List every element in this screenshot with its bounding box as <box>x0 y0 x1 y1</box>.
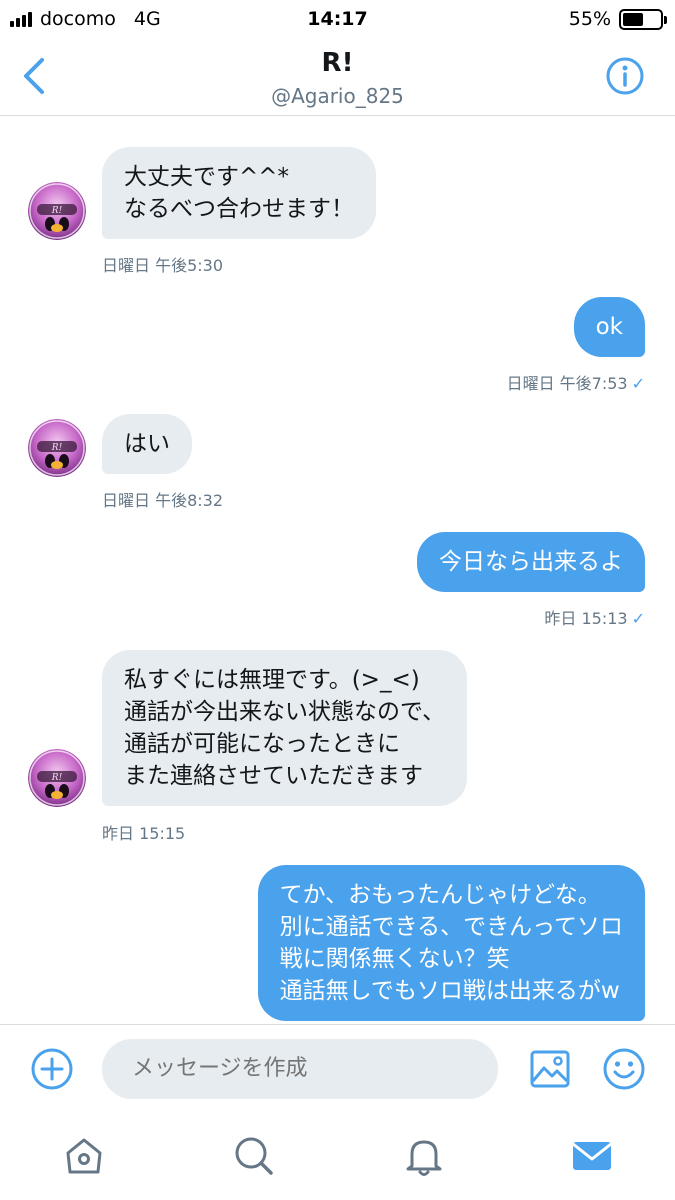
message-input[interactable] <box>102 1039 498 1099</box>
info-button[interactable] <box>605 56 645 96</box>
incoming-message-bubble[interactable]: 私すぐには無理です。(>_<) 通話が今出来ない状態なので、 通話が可能になったとき… <box>102 650 468 806</box>
home-icon <box>66 1138 102 1174</box>
message-text-line: 通話が可能になったときに <box>124 731 400 757</box>
timestamp-text: 日曜日 午後8:32 <box>102 491 224 510</box>
svg-text:R!: R! <box>51 773 63 783</box>
conversation-title[interactable]: R! <box>0 48 675 78</box>
timestamp-text: 昨日 15:15 <box>102 824 186 843</box>
message-text-line: はい <box>124 431 170 457</box>
tab-bar <box>0 1112 675 1200</box>
incoming-message-bubble[interactable]: はい <box>102 414 192 474</box>
message-composer <box>0 1024 675 1112</box>
bell-icon <box>406 1140 442 1176</box>
battery-percent: 55% <box>568 8 611 30</box>
image-icon <box>530 1050 570 1088</box>
conversation-header: R! @Agario_825 <box>0 40 675 116</box>
message-thread[interactable]: R! 大丈夫です^^* なるべつ合わせます！ 日曜日 午後5:30 ok 日曜日 午後7:… <box>0 117 675 1023</box>
avatar[interactable]: R! <box>28 749 86 807</box>
emoji-icon <box>603 1048 645 1090</box>
emoji-button[interactable] <box>602 1047 646 1091</box>
tab-home[interactable] <box>62 1134 106 1178</box>
mail-icon <box>572 1142 612 1170</box>
message-text-line: 今日なら出来るよ <box>439 549 623 575</box>
message-text-line: 別に通話できる、できんってソロ <box>279 914 623 940</box>
timestamp-text: 日曜日 午後7:53 <box>506 374 628 393</box>
tab-search[interactable] <box>232 1134 276 1178</box>
tab-notifications[interactable] <box>402 1134 446 1178</box>
status-right: 55% <box>568 8 667 30</box>
message-timestamp: 日曜日 午後7:53 ✓ <box>507 370 645 394</box>
message-text-line: 通話が今出来ない状態なので、 <box>124 699 446 725</box>
message-text-line: また連絡させていただきます <box>124 763 423 789</box>
message-text-line: 戦に関係無くない？笑 <box>279 946 510 972</box>
media-button[interactable] <box>528 1047 572 1091</box>
incoming-message-bubble[interactable]: 大丈夫です^^* なるべつ合わせます！ <box>102 147 376 239</box>
message-text-line: 大丈夫です^^* <box>124 164 290 190</box>
info-icon <box>606 57 644 95</box>
search-icon <box>235 1137 273 1175</box>
svg-text:R!: R! <box>51 443 63 453</box>
conversation-handle: @Agario_825 <box>271 84 404 108</box>
outgoing-message-bubble[interactable]: 今日なら出来るよ <box>417 532 645 592</box>
message-text-line: 通話無しでもソロ戦は出来るがw <box>279 978 620 1004</box>
avatar[interactable]: R! <box>28 419 86 477</box>
outgoing-message-bubble[interactable]: ok <box>573 297 645 357</box>
outgoing-message-bubble[interactable]: てか、おもったんじゃけどな。 別に通話できる、できんってソロ 戦に関係無くない？笑通… <box>257 865 645 1021</box>
svg-text:R!: R! <box>51 206 63 216</box>
message-text-line: てか、おもったんじゃけどな。 <box>279 882 601 908</box>
status-bar: docomo 4G 14:17 55% <box>0 0 675 40</box>
message-timestamp: 日曜日 午後5:30 <box>102 252 223 276</box>
avatar[interactable]: R! <box>28 182 86 240</box>
battery-icon <box>619 8 667 30</box>
read-check-icon: ✓ <box>631 374 645 393</box>
message-timestamp-clipped <box>618 117 623 124</box>
message-text-line: 私すぐには無理です。(>_<) <box>124 667 420 693</box>
message-timestamp: 昨日 15:13 ✓ <box>544 605 645 629</box>
timestamp-text: 日曜日 午後5:30 <box>102 256 224 275</box>
message-timestamp: 日曜日 午後8:32 <box>102 487 223 511</box>
read-check-icon: ✓ <box>631 609 645 628</box>
message-text-line: なるべつ合わせます！ <box>124 196 354 222</box>
timestamp-text: 昨日 15:13 <box>544 609 628 628</box>
add-button[interactable] <box>30 1047 74 1091</box>
message-timestamp: 昨日 15:15 <box>102 820 185 844</box>
message-text-line: ok <box>595 314 623 340</box>
tab-messages[interactable] <box>570 1134 614 1178</box>
plus-circle-icon <box>31 1048 73 1090</box>
